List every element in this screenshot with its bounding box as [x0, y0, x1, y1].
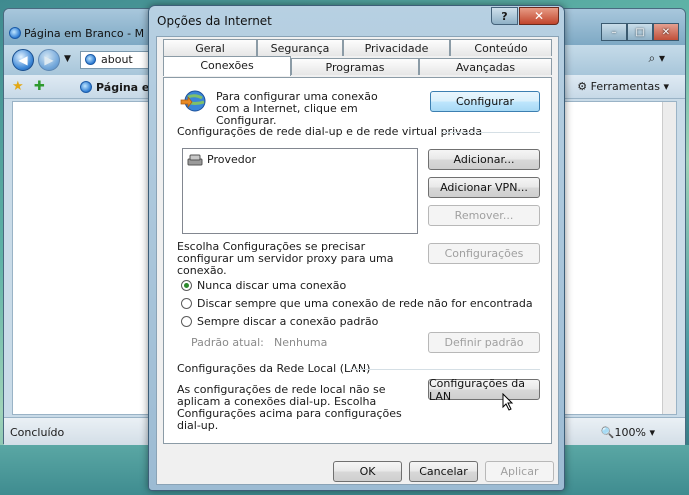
lan-description: As configurações de rede local não se ap… — [177, 383, 402, 432]
add-button[interactable]: Adicionar... — [428, 149, 540, 170]
radio-always-dial-default[interactable] — [181, 316, 192, 327]
dialog-body: Geral Segurança Privacidade Conteúdo Con… — [156, 36, 559, 485]
close-button[interactable]: ✕ — [519, 7, 559, 25]
current-default-value: Nenhuma — [274, 336, 328, 349]
ie-window-title: Página em Branco - M — [24, 27, 145, 40]
connection-name: Provedor — [207, 153, 256, 166]
setup-description: Para configurar uma conexão com a Intern… — [216, 90, 378, 127]
address-input[interactable]: about — [80, 51, 150, 69]
tab-conteudo[interactable]: Conteúdo — [450, 39, 552, 56]
lan-settings-button[interactable]: Configurações da LAN — [428, 377, 540, 403]
connections-panel: Para configurar uma conexão com a Intern… — [163, 77, 552, 444]
proxy-description: Escolha Configurações se precisar config… — [177, 240, 394, 277]
zoom-icon: 🔍 — [600, 426, 615, 439]
ie-logo-icon — [9, 27, 21, 39]
set-default-button[interactable]: Definir padrão — [428, 332, 540, 353]
close-icon[interactable]: ✕ — [653, 23, 679, 41]
internet-options-dialog: Opções da Internet ? ✕ Geral Segurança P… — [148, 5, 565, 491]
search-icon[interactable]: ⌕ ▾ — [648, 51, 665, 66]
tab-privacidade[interactable]: Privacidade — [343, 39, 450, 56]
lan-group-label: Configurações da Rede Local (LAN) — [177, 362, 371, 375]
status-text: Concluído — [10, 426, 65, 439]
dialup-group-label: Configurações de rede dial-up e de rede … — [177, 125, 483, 138]
help-button[interactable]: ? — [491, 7, 518, 25]
ie-scrollbar[interactable] — [662, 102, 676, 414]
tab-avancadas[interactable]: Avançadas — [419, 58, 552, 75]
apply-button[interactable]: Aplicar — [485, 461, 554, 482]
tab-programas[interactable]: Programas — [291, 58, 419, 75]
lan-group-divider — [350, 369, 540, 370]
tab-seguranca[interactable]: Segurança — [257, 39, 343, 56]
zoom-control[interactable]: 🔍100% ▾ — [601, 426, 655, 439]
tools-menu[interactable]: ⚙ Ferramentas ▾ — [577, 80, 669, 93]
current-default-label: Padrão atual: — [191, 336, 264, 349]
connections-list[interactable]: Provedor — [182, 148, 418, 234]
radio-always-dial-default-label[interactable]: Sempre discar a conexão padrão — [197, 316, 378, 328]
maximize-icon[interactable]: □ — [627, 23, 653, 41]
radio-never-dial-label[interactable]: Nunca discar uma conexão — [197, 280, 346, 292]
ie-window-controls: – □ ✕ — [601, 23, 679, 41]
ie-tab[interactable]: Página e — [96, 81, 149, 94]
ok-button[interactable]: OK — [333, 461, 402, 482]
network-globe-icon — [180, 90, 206, 112]
page-icon — [85, 54, 96, 65]
radio-dial-when-no-network-label[interactable]: Discar sempre que uma conexão de rede nã… — [197, 298, 533, 310]
forward-icon[interactable]: ▶ — [38, 49, 60, 71]
back-icon[interactable]: ◀ — [12, 49, 34, 71]
favorites-star-icon[interactable]: ★ — [12, 79, 24, 94]
minimize-icon[interactable]: – — [601, 23, 627, 41]
dialup-group-divider — [442, 132, 540, 133]
dialog-title: Opções da Internet — [157, 14, 272, 28]
tab-geral[interactable]: Geral — [163, 39, 257, 56]
list-item[interactable]: Provedor — [187, 153, 256, 166]
configure-button[interactable]: Configurar — [430, 91, 540, 112]
mouse-cursor-icon — [502, 393, 514, 411]
add-vpn-button[interactable]: Adicionar VPN... — [428, 177, 540, 198]
dialup-connection-icon — [187, 154, 203, 165]
remove-button[interactable]: Remover... — [428, 205, 540, 226]
tools-label: Ferramentas — [590, 80, 660, 93]
radio-never-dial[interactable] — [181, 280, 192, 291]
address-value: about — [101, 53, 133, 66]
history-dropdown-icon[interactable]: ▼ — [64, 54, 71, 64]
tab-conexoes[interactable]: Conexões — [163, 56, 291, 76]
settings-button[interactable]: Configurações — [428, 243, 540, 264]
add-favorites-icon[interactable]: ✚ — [34, 79, 45, 94]
zoom-value: 100% — [614, 426, 646, 439]
radio-dial-when-no-network[interactable] — [181, 298, 192, 309]
cancel-button[interactable]: Cancelar — [409, 461, 478, 482]
tab-page-icon — [80, 81, 92, 93]
gear-icon: ⚙ — [577, 80, 591, 93]
